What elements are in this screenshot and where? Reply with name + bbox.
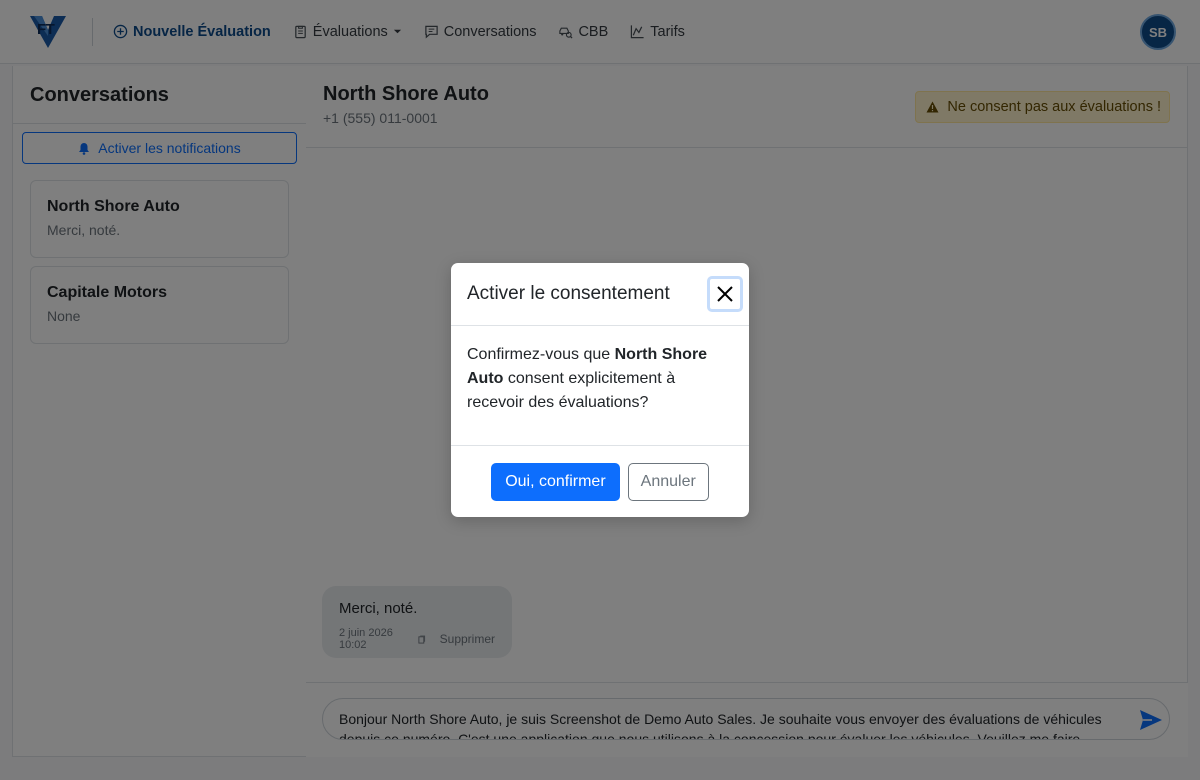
close-icon	[717, 286, 733, 302]
modal-header: Activer le consentement	[451, 263, 749, 326]
modal-title: Activer le consentement	[467, 283, 670, 304]
modal-body-prefix: Confirmez-vous que	[467, 346, 615, 363]
modal-close-button[interactable]	[707, 276, 743, 312]
consent-modal: Activer le consentement Confirmez-vous q…	[451, 263, 749, 517]
modal-footer: Oui, confirmer Annuler	[451, 446, 749, 517]
modal-body: Confirmez-vous que North Shore Auto cons…	[451, 326, 749, 446]
confirm-button[interactable]: Oui, confirmer	[491, 462, 620, 501]
cancel-button[interactable]: Annuler	[627, 462, 709, 501]
